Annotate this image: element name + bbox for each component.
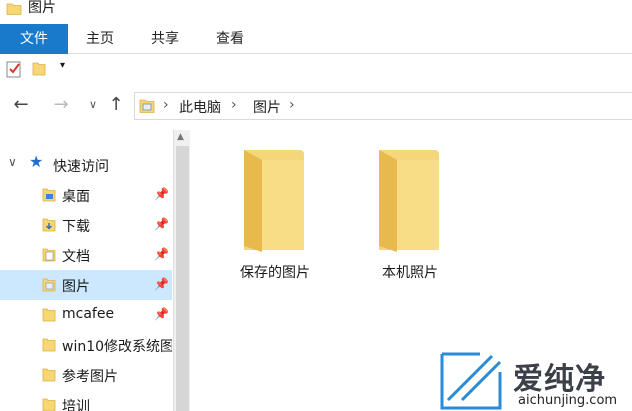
folder-icon	[42, 338, 56, 356]
address-bar[interactable]: › 此电脑 › 图片 ›	[134, 92, 632, 120]
documents-folder-icon	[42, 248, 56, 266]
up-arrow-icon[interactable]: ↑	[105, 94, 127, 116]
tab-file[interactable]: 文件	[0, 24, 68, 54]
properties-icon[interactable]	[6, 60, 22, 82]
sidebar-item-reference-pictures[interactable]: 参考图片	[0, 360, 172, 390]
customize-toolbar-dropdown[interactable]: ▾	[60, 60, 65, 71]
download-folder-icon	[42, 218, 56, 236]
brand-logo-icon	[440, 352, 506, 411]
breadcrumb-pictures[interactable]: 图片	[253, 97, 281, 117]
title-bar: 图片	[0, 0, 632, 22]
star-icon: ★	[29, 152, 44, 171]
tab-view[interactable]: 查看	[210, 24, 250, 54]
folder-label: 保存的图片	[240, 265, 310, 281]
sidebar-item-training[interactable]: 培训	[0, 390, 172, 411]
sidebar-item-label: 参考图片	[62, 369, 118, 385]
folder-icon	[240, 150, 310, 256]
new-folder-icon[interactable]	[32, 62, 46, 80]
tab-share[interactable]: 共享	[143, 24, 187, 54]
sidebar-item-win10[interactable]: win10修改系统图	[0, 330, 172, 360]
pin-icon[interactable]: 📌	[154, 217, 169, 231]
ribbon-tabs: 文件 主页 共享 查看	[0, 24, 632, 54]
sidebar-item-downloads[interactable]: 下载 📌	[0, 210, 172, 240]
pictures-location-icon	[139, 98, 155, 118]
navigation-bar: ← → ∨ ↑ › 此电脑 › 图片 ›	[0, 88, 632, 122]
brand-name: 爱纯净	[513, 362, 606, 397]
sidebar-item-label: win10修改系统图	[62, 339, 172, 355]
folder-icon	[42, 368, 56, 386]
folder-icon	[42, 308, 56, 326]
pin-icon[interactable]: 📌	[154, 187, 169, 201]
sidebar-item-label: 快速访问	[53, 159, 109, 175]
breadcrumb-this-pc[interactable]: 此电脑	[179, 97, 221, 117]
desktop-folder-icon	[42, 188, 56, 206]
watermark: 爱纯净 aichunjing.com	[440, 352, 632, 411]
sidebar-item-desktop[interactable]: 桌面 📌	[0, 180, 172, 210]
back-arrow-icon[interactable]: ←	[10, 94, 32, 116]
recent-locations-chevron-icon[interactable]: ∨	[82, 94, 104, 116]
forward-arrow-icon[interactable]: →	[50, 94, 72, 116]
folder-icon	[6, 2, 22, 20]
sidebar-item-label: 培训	[62, 399, 90, 411]
folder-label: 本机照片	[382, 265, 438, 281]
navigation-pane: ∨ ★ 快速访问 桌面 📌 下载 📌 文档 📌 图片 📌 mcafee 📌 wi…	[0, 130, 172, 411]
sidebar-item-documents[interactable]: 文档 📌	[0, 240, 172, 270]
sidebar-quick-access[interactable]: ∨ ★ 快速访问	[0, 150, 172, 180]
window-title: 图片	[28, 0, 56, 16]
quick-access-toolbar: ▾	[0, 56, 632, 84]
sidebar-item-mcafee[interactable]: mcafee 📌	[0, 300, 172, 330]
pin-icon[interactable]: 📌	[154, 307, 169, 321]
folder-tile[interactable]: 保存的图片	[220, 150, 330, 286]
sidebar-item-pictures[interactable]: 图片 📌	[0, 270, 172, 300]
breadcrumb-separator: ›	[163, 97, 169, 113]
breadcrumb-separator: ›	[289, 97, 295, 113]
brand-url: aichunjing.com	[518, 393, 618, 408]
folder-icon	[42, 398, 56, 411]
folder-tile[interactable]: 本机照片	[355, 150, 465, 286]
pictures-folder-icon	[42, 278, 56, 296]
breadcrumb-separator: ›	[231, 97, 237, 113]
pin-icon[interactable]: 📌	[154, 247, 169, 261]
chevron-down-icon[interactable]: ∨	[8, 155, 17, 169]
scroll-up-arrow-icon[interactable]: ▲	[177, 132, 184, 142]
sidebar-scrollbar[interactable]: ▲	[173, 130, 190, 411]
folder-icon	[375, 150, 445, 256]
scrollbar-thumb[interactable]	[176, 146, 189, 411]
pin-icon[interactable]: 📌	[154, 277, 169, 291]
tab-home[interactable]: 主页	[80, 24, 120, 54]
